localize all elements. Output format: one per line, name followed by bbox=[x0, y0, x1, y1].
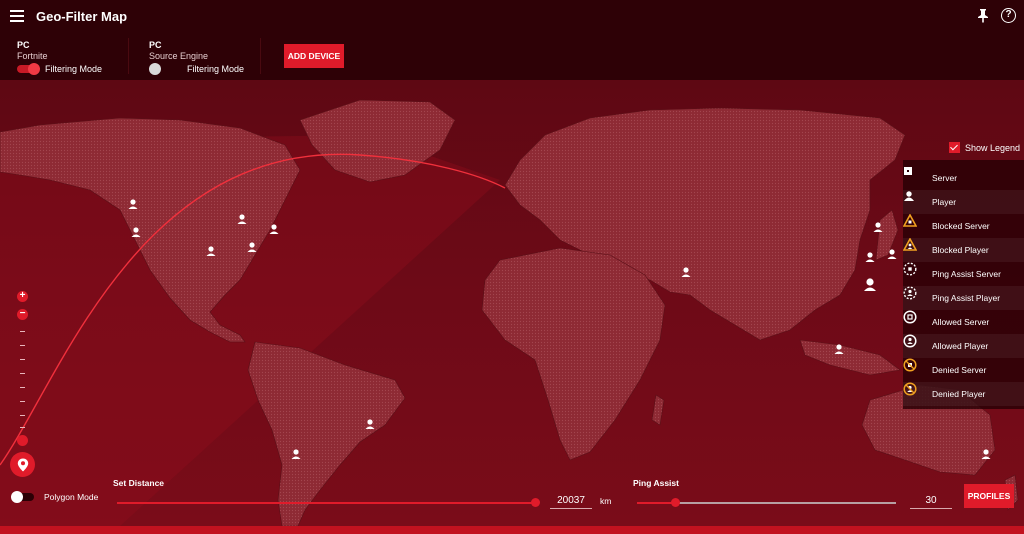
ping-assist-input[interactable]: 30 bbox=[910, 495, 952, 509]
polygon-mode-toggle[interactable]: Polygon Mode bbox=[11, 491, 99, 503]
legend-label: Ping Assist Player bbox=[932, 293, 1001, 303]
player-marker bbox=[864, 278, 876, 291]
zoom-out-button[interactable]: − bbox=[17, 309, 28, 320]
ping-assist-player-icon bbox=[903, 286, 923, 305]
filtering-mode-label: Filtering Mode bbox=[45, 64, 103, 74]
world-map[interactable]: Show Legend Server Player Blocked Server… bbox=[0, 80, 1024, 526]
landmass-indonesia bbox=[799, 339, 901, 376]
legend-label: Blocked Server bbox=[932, 221, 990, 231]
server-icon bbox=[904, 167, 923, 185]
device-game: Source Engine bbox=[149, 51, 209, 61]
zoom-tick bbox=[20, 427, 25, 428]
zoom-tick bbox=[20, 401, 25, 402]
legend-panel: Server Player Blocked Server Blocked Pla… bbox=[903, 160, 1024, 409]
device-name: PC bbox=[17, 40, 30, 50]
ping-assist-label: Ping Assist bbox=[633, 478, 679, 488]
legend-item-denied-player: Denied Player bbox=[903, 382, 1024, 406]
legend-label: Denied Server bbox=[932, 365, 987, 375]
distance-slider-handle[interactable] bbox=[530, 498, 540, 507]
landmass-south-america bbox=[247, 341, 406, 526]
blocked-player-icon bbox=[903, 238, 923, 257]
divider bbox=[128, 38, 129, 74]
profiles-button[interactable]: PROFILES bbox=[964, 484, 1014, 508]
denied-server-icon bbox=[903, 358, 923, 377]
legend-item-server: Server bbox=[903, 166, 1024, 190]
device-card-source-engine[interactable]: PC Source Engine Filtering Mode bbox=[149, 40, 245, 75]
polygon-mode-label: Polygon Mode bbox=[44, 492, 99, 502]
divider bbox=[260, 38, 261, 74]
zoom-tick bbox=[20, 345, 25, 346]
landmass-japan bbox=[875, 209, 899, 261]
zoom-tick bbox=[20, 373, 25, 374]
bottom-accent-strip bbox=[0, 526, 1024, 534]
legend-label: Denied Player bbox=[932, 389, 986, 399]
blocked-server-icon bbox=[903, 214, 923, 233]
player-marker bbox=[865, 252, 875, 262]
denied-player-icon bbox=[903, 382, 923, 401]
pin-icon[interactable] bbox=[977, 8, 989, 23]
legend-label: Ping Assist Server bbox=[932, 269, 1001, 279]
add-device-button[interactable]: ADD DEVICE bbox=[284, 44, 344, 68]
filtering-mode-toggle[interactable] bbox=[149, 63, 171, 75]
device-name: PC bbox=[149, 40, 162, 50]
legend-label: Allowed Server bbox=[932, 317, 990, 327]
zoom-tick bbox=[20, 387, 25, 388]
legend-label: Player bbox=[932, 197, 957, 207]
device-card-fortnite[interactable]: PC Fortnite Filtering Mode bbox=[17, 40, 103, 75]
legend-item-blocked-server: Blocked Server bbox=[903, 214, 1024, 238]
show-legend-checkbox[interactable] bbox=[949, 142, 960, 153]
legend-item-ping-assist-player: Ping Assist Player bbox=[903, 286, 1024, 310]
distance-input[interactable]: 20037 bbox=[550, 495, 592, 509]
legend-item-allowed-player: Allowed Player bbox=[903, 334, 1024, 358]
player-icon bbox=[904, 191, 923, 209]
legend-label: Blocked Player bbox=[932, 245, 989, 255]
show-legend-label: Show Legend bbox=[965, 142, 1021, 153]
device-game: Fortnite bbox=[17, 51, 48, 61]
legend-label: Allowed Player bbox=[932, 341, 989, 351]
location-pin-icon bbox=[17, 458, 28, 471]
legend-item-allowed-server: Allowed Server bbox=[903, 310, 1024, 334]
hamburger-menu-icon[interactable] bbox=[10, 10, 24, 22]
landmass-africa bbox=[481, 247, 666, 461]
zoom-in-button[interactable]: + bbox=[17, 291, 28, 302]
top-bar: Geo-Filter Map ? bbox=[0, 0, 1024, 34]
zoom-tick bbox=[20, 359, 25, 360]
zoom-tick bbox=[20, 415, 25, 416]
allowed-server-icon bbox=[903, 310, 923, 329]
app-title: Geo-Filter Map bbox=[36, 9, 128, 24]
legend-item-ping-assist-server: Ping Assist Server bbox=[903, 262, 1024, 286]
legend-label: Server bbox=[932, 173, 958, 183]
distance-slider-track[interactable] bbox=[117, 502, 535, 504]
allowed-player-icon bbox=[903, 334, 923, 353]
help-icon[interactable]: ? bbox=[1001, 8, 1016, 23]
legend-item-blocked-player: Blocked Player bbox=[903, 238, 1024, 262]
set-distance-label: Set Distance bbox=[113, 478, 165, 488]
map-canvas bbox=[0, 99, 1019, 526]
ping-assist-slider-fill bbox=[637, 502, 676, 504]
filtering-mode-label: Filtering Mode bbox=[187, 64, 245, 74]
legend-item-player: Player bbox=[903, 190, 1024, 214]
zoom-slider-handle[interactable] bbox=[17, 435, 28, 446]
ping-assist-server-icon bbox=[903, 262, 923, 281]
zoom-tick bbox=[20, 331, 25, 332]
device-bar: PC Fortnite Filtering Mode PC Source Eng… bbox=[0, 34, 1024, 80]
filtering-mode-toggle[interactable] bbox=[17, 63, 40, 75]
legend-item-denied-server: Denied Server bbox=[903, 358, 1024, 382]
my-location-button[interactable] bbox=[10, 452, 35, 477]
distance-unit: km bbox=[600, 496, 612, 506]
landmass-madagascar bbox=[651, 394, 665, 426]
show-legend-toggle[interactable]: Show Legend bbox=[949, 142, 1020, 153]
